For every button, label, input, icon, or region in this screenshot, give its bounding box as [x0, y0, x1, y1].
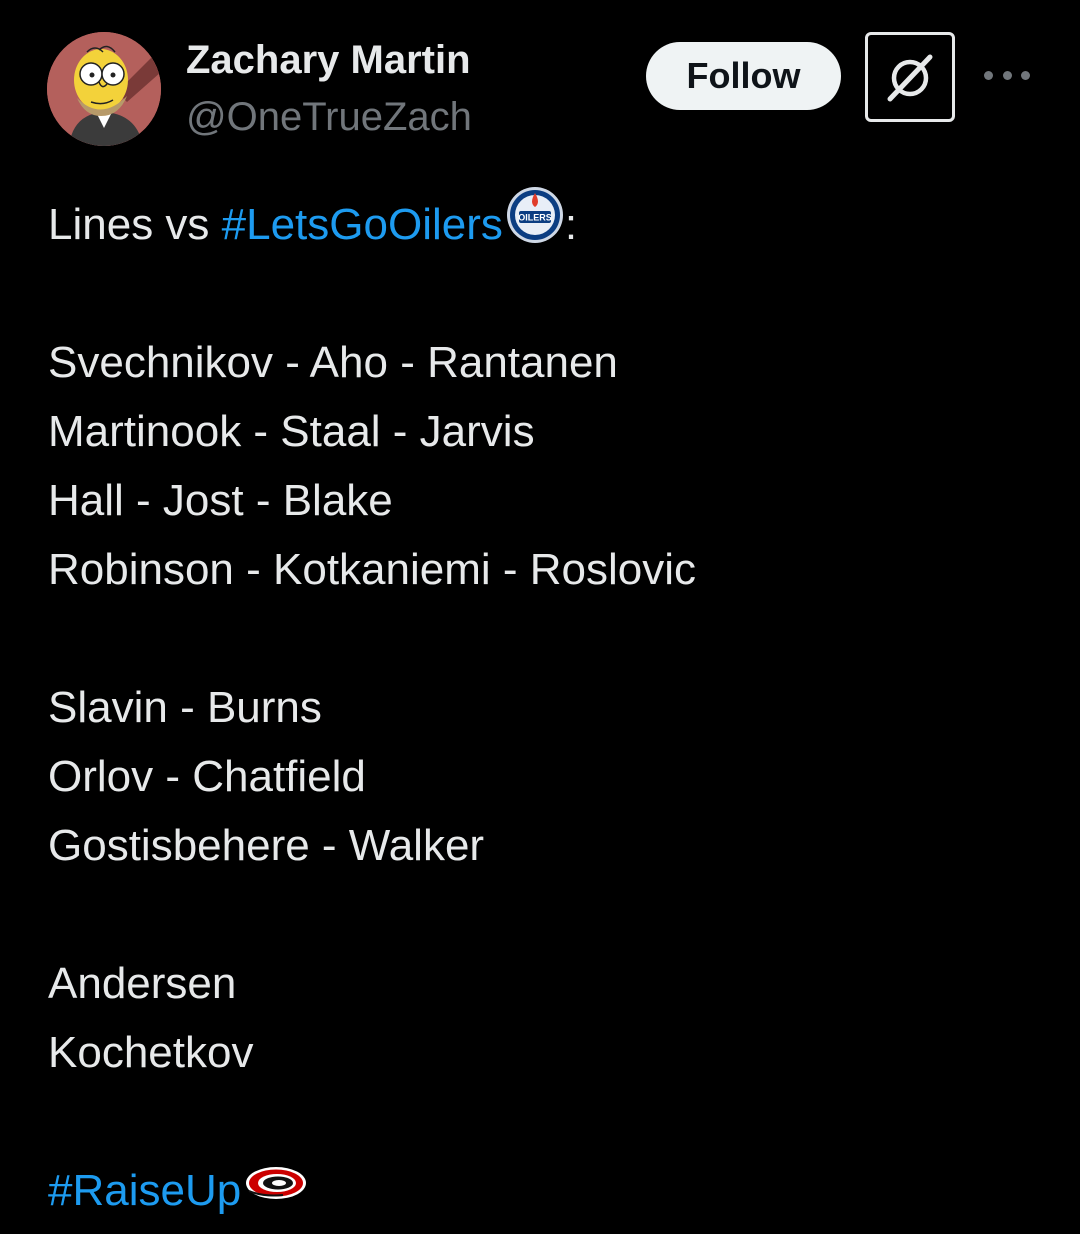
author-display-name[interactable]: Zachary Martin [186, 37, 471, 83]
oilers-logo-emoji-icon: OILERS [505, 185, 565, 265]
more-dots-icon [984, 70, 993, 80]
goalie: Kochetkov [48, 1028, 254, 1077]
forward-line: Martinook - Staal - Jarvis [48, 407, 535, 456]
hashtag-link[interactable]: #LetsGoOilers [222, 190, 503, 259]
tweet-closing-line: #RaiseUp [48, 1156, 696, 1225]
forward-line: Svechnikov - Aho - Rantanen [48, 338, 618, 387]
defense-pair: Slavin - Burns [48, 683, 322, 732]
hurricanes-logo-emoji-icon [243, 1156, 309, 1225]
follow-button[interactable]: Follow [646, 42, 841, 110]
avatar[interactable] [47, 32, 161, 146]
grok-icon [887, 54, 933, 102]
defense-pair: Orlov - Chatfield [48, 752, 366, 801]
more-options-button[interactable] [984, 60, 1030, 90]
defense-pair: Gostisbehere - Walker [48, 821, 485, 870]
hashtag-link[interactable]: #RaiseUp [48, 1156, 241, 1225]
svg-text:OILERS: OILERS [518, 212, 552, 222]
grok-button[interactable] [865, 32, 955, 122]
tweet-intro-line: Lines vs #LetsGoOilers OILERS : [48, 186, 696, 259]
homer-simpson-avatar-icon [47, 32, 161, 146]
more-dots-icon [1002, 70, 1012, 80]
more-dots-icon [1021, 70, 1030, 80]
author-handle[interactable]: @OneTrueZach [186, 94, 472, 140]
intro-text: Lines vs [48, 200, 222, 249]
forward-line: Hall - Jost - Blake [48, 476, 393, 525]
intro-suffix: : [564, 200, 578, 249]
tweet-text: Lines vs #LetsGoOilers OILERS : Svechnik… [48, 186, 697, 1225]
forward-line: Robinson - Kotkaniemi - Roslovic [48, 545, 697, 594]
goalie: Andersen [48, 959, 237, 1008]
